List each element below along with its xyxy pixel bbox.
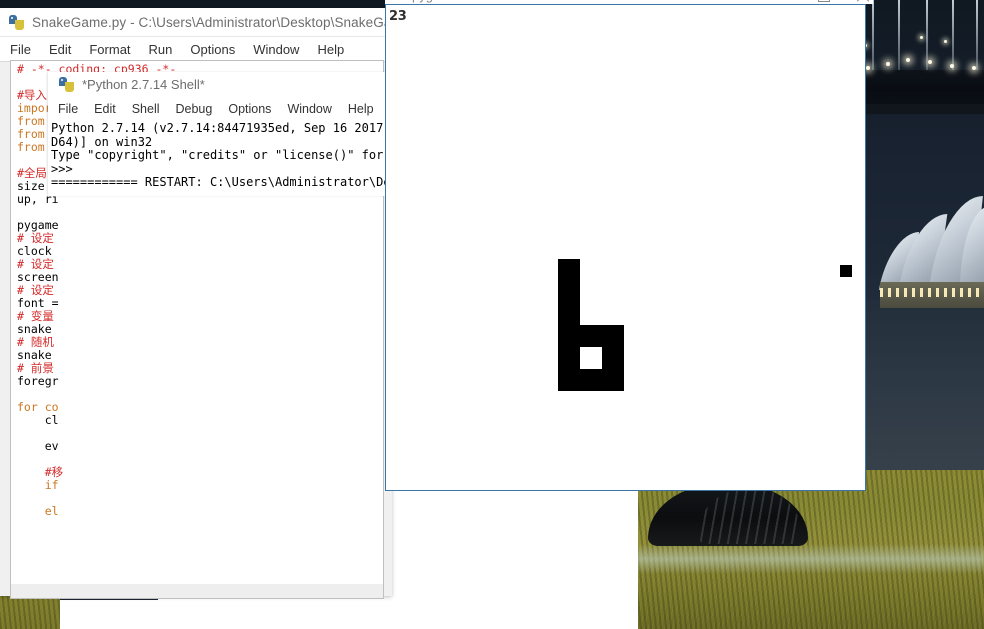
shell-title-bar[interactable]: *Python 2.7.14 Shell* xyxy=(48,72,388,97)
bridge-deck-lower xyxy=(858,104,984,114)
code-line: el xyxy=(17,504,59,518)
snake-segment xyxy=(558,347,580,369)
code-line: #移 xyxy=(17,465,64,479)
code-line: foregr xyxy=(17,374,59,388)
pygame-snake-icon xyxy=(391,0,406,2)
score-display: 23 xyxy=(389,9,407,24)
code-line: #全局 xyxy=(17,166,47,180)
shell-line: Type "copyright", "credits" or "license(… xyxy=(51,148,388,162)
code-line: ev xyxy=(17,439,59,453)
shell-output-area[interactable]: Python 2.7.14 (v2.7.14:84471935ed, Sep 1… xyxy=(48,121,388,196)
pygame-window[interactable]: pygame window 23 xyxy=(385,0,873,493)
editor-menu-run[interactable]: Run xyxy=(149,42,173,57)
bridge-lamp xyxy=(950,64,954,68)
code-line: if xyxy=(17,478,59,492)
bridge-lamp xyxy=(920,36,923,39)
code-line: #导入 xyxy=(17,88,47,102)
shell-menu-window[interactable]: Window xyxy=(287,102,331,116)
code-line: snake xyxy=(17,348,52,362)
bridge-deck xyxy=(858,70,984,104)
code-line: screen xyxy=(17,270,59,284)
bridge-lamp xyxy=(944,40,947,43)
shell-menu-debug[interactable]: Debug xyxy=(176,102,213,116)
shell-menu-bar[interactable]: File Edit Shell Debug Options Window Hel… xyxy=(48,97,388,122)
idle-shell-window[interactable]: *Python 2.7.14 Shell* File Edit Shell De… xyxy=(48,72,388,196)
opera-house-lights xyxy=(880,288,984,297)
bridge-lamp xyxy=(972,66,976,70)
code-line: clock xyxy=(17,244,52,258)
bridge-cable xyxy=(976,0,978,76)
food-item xyxy=(840,265,852,277)
pygame-title-text: pygame window xyxy=(412,0,505,3)
editor-menu-edit[interactable]: Edit xyxy=(49,42,71,57)
shell-menu-file[interactable]: File xyxy=(58,102,78,116)
bridge-lamp xyxy=(906,58,910,62)
shell-restart-line: ============ RESTART: C:\Users\Administr… xyxy=(51,175,388,189)
maximize-icon[interactable] xyxy=(817,0,830,2)
snake-segment xyxy=(580,369,602,391)
shell-line: Python 2.7.14 (v2.7.14:84471935ed, Sep 1… xyxy=(51,121,388,135)
code-line: # 变量 xyxy=(17,309,54,323)
snake-segment xyxy=(602,325,624,347)
shell-output-text: Python 2.7.14 (v2.7.14:84471935ed, Sep 1… xyxy=(51,121,388,190)
editor-menu-help[interactable]: Help xyxy=(317,42,344,57)
snake-segment xyxy=(558,303,580,325)
code-line: cl xyxy=(17,413,59,427)
bridge-cable xyxy=(872,0,874,78)
editor-title-bar[interactable]: SnakeGame.py - C:\Users\Administrator\De… xyxy=(0,8,392,37)
code-line: # 设定 xyxy=(17,283,54,297)
code-line: # 设定 xyxy=(17,257,54,271)
editor-menu-file[interactable]: File xyxy=(10,42,31,57)
bridge-cable xyxy=(898,0,900,74)
snake-segment xyxy=(558,325,580,347)
code-line: pygame xyxy=(17,218,59,232)
shell-menu-shell[interactable]: Shell xyxy=(132,102,160,116)
snake-segment xyxy=(558,259,580,281)
code-line: for co xyxy=(17,400,59,414)
shell-menu-options[interactable]: Options xyxy=(228,102,271,116)
snake-segment xyxy=(602,347,624,369)
editor-title-text: SnakeGame.py - C:\Users\Administrator\De… xyxy=(32,14,392,30)
snake-segment xyxy=(580,325,602,347)
editor-status-bar xyxy=(10,584,384,599)
code-line: # 设定 xyxy=(17,231,54,245)
editor-menu-options[interactable]: Options xyxy=(190,42,235,57)
python-idle-icon xyxy=(58,76,75,93)
editor-menu-window[interactable]: Window xyxy=(253,42,299,57)
code-line: snake xyxy=(17,322,52,336)
code-line: # 随机 xyxy=(17,335,54,349)
bridge-lamp xyxy=(886,62,890,66)
editor-menu-bar[interactable]: File Edit Format Run Options Window Help xyxy=(0,37,392,62)
code-line: font = xyxy=(17,296,59,310)
bridge-lamp xyxy=(928,60,932,64)
code-line: # 前景 xyxy=(17,361,54,375)
shell-title-text: *Python 2.7.14 Shell* xyxy=(82,77,205,92)
snake-segment xyxy=(558,281,580,303)
snake-head xyxy=(558,369,580,391)
python-idle-icon xyxy=(8,14,25,31)
editor-menu-format[interactable]: Format xyxy=(89,42,130,57)
grass-chalk-line xyxy=(630,545,984,573)
snake-segment xyxy=(602,369,624,391)
pygame-game-canvas[interactable]: 23 xyxy=(385,4,866,491)
shell-line: D64)] on win32 xyxy=(51,134,153,149)
shell-menu-edit[interactable]: Edit xyxy=(94,102,116,116)
shell-menu-help[interactable]: Help xyxy=(348,102,374,116)
bridge-cable xyxy=(952,0,954,74)
desktop-white-area-2 xyxy=(60,600,160,629)
close-icon[interactable] xyxy=(856,0,870,2)
shell-prompt: >>> xyxy=(51,161,73,176)
